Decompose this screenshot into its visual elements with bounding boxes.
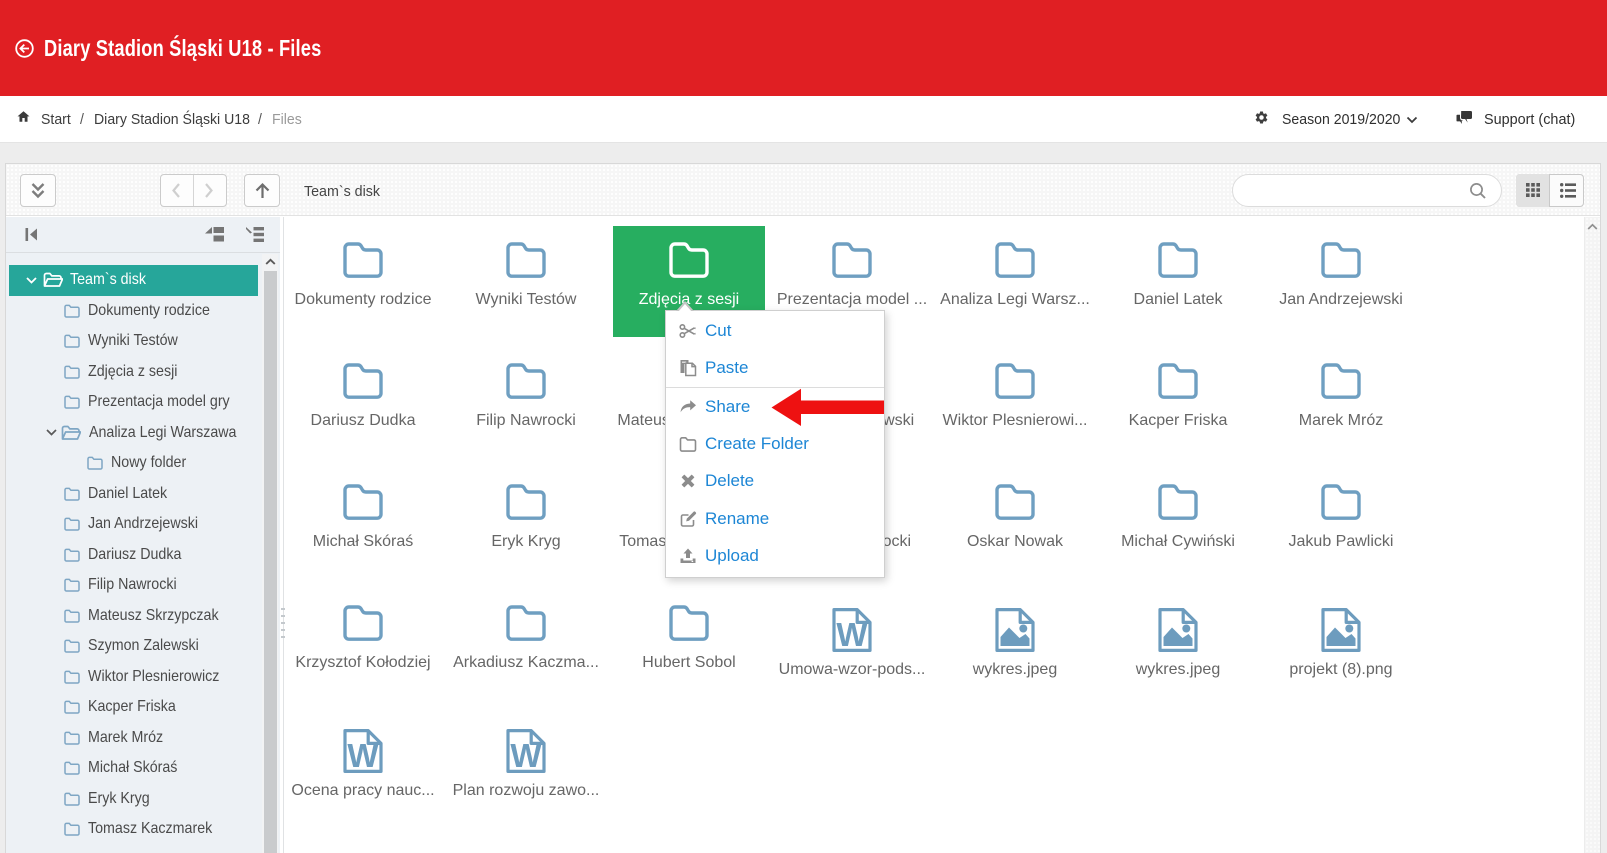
svg-text:W: W: [510, 737, 542, 773]
svg-text:W: W: [836, 616, 868, 652]
svg-text:W: W: [347, 737, 379, 773]
